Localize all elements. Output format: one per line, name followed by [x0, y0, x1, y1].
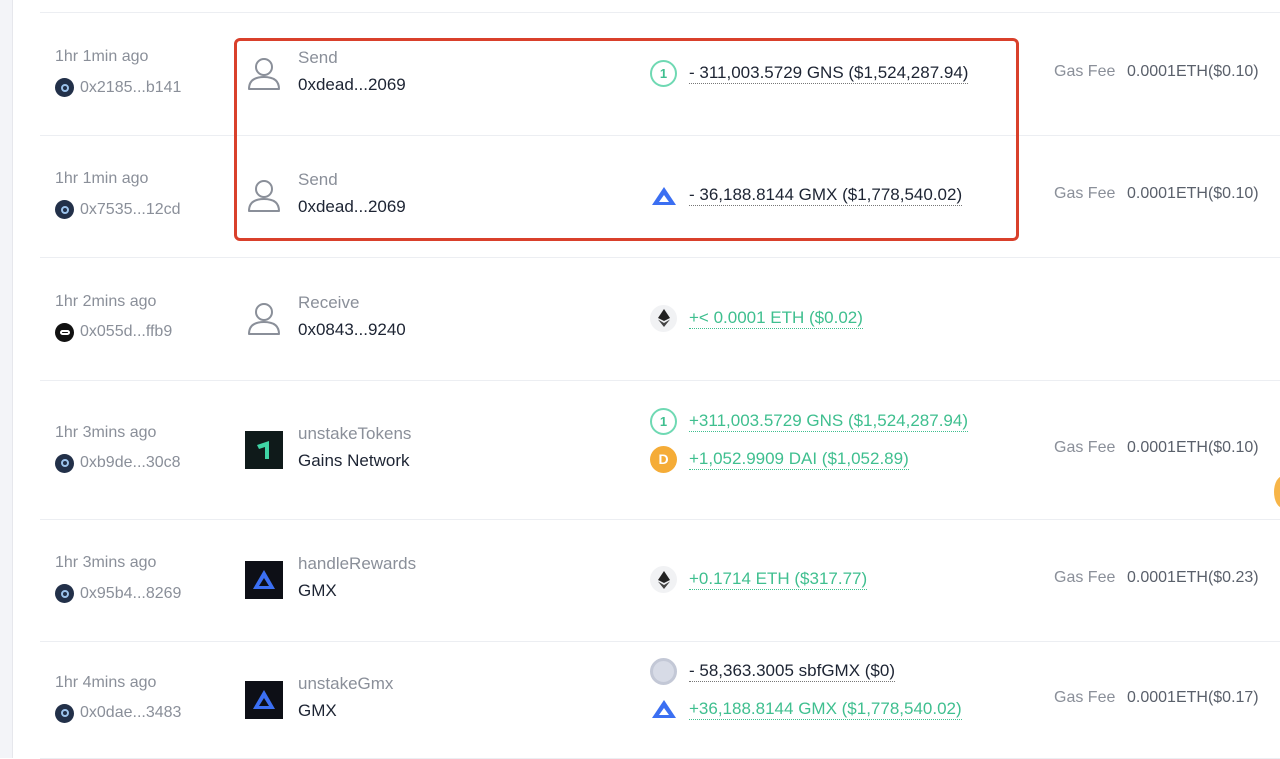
- highlight-box: [234, 38, 1019, 241]
- tx-time: 1hr 3mins ago: [55, 554, 157, 571]
- token-transfer: 1 +311,003.5729 GNS ($1,524,287.94): [650, 407, 968, 435]
- eth-icon: [650, 566, 677, 593]
- chain-icon: [55, 453, 74, 473]
- tx-hash: 0x7535...12cd: [80, 200, 181, 218]
- token-transfer: D +1,052.9909 DAI ($1,052.89): [650, 445, 909, 473]
- counterparty[interactable]: 0x0843...9240: [298, 320, 406, 340]
- token-amount[interactable]: +36,188.8144 GMX ($1,778,540.02): [689, 699, 962, 720]
- chain-icon: [55, 200, 74, 219]
- tx-type: unstakeTokens: [298, 423, 412, 443]
- token-amount[interactable]: +1,052.9909 DAI ($1,052.89): [689, 449, 909, 470]
- tx-hash-link[interactable]: 0x0dae...3483: [55, 703, 182, 723]
- tx-type: handleRewards: [298, 554, 417, 573]
- gns-icon: 1: [650, 407, 677, 435]
- token-transfer: +< 0.0001 ETH ($0.02): [650, 304, 863, 332]
- tx-time: 1hr 4mins ago: [55, 673, 157, 691]
- gmx-icon: [650, 696, 677, 723]
- tx-time: 1hr 1min ago: [55, 170, 149, 187]
- gains-logo-icon: [245, 430, 283, 469]
- chain-icon: [55, 703, 74, 723]
- tx-type: Receive: [298, 292, 360, 312]
- chain-icon: [55, 584, 74, 603]
- transaction-row[interactable]: 1hr 2mins ago 0x055d...ffb9 Receive 0x0843.…: [40, 257, 1280, 381]
- counterparty[interactable]: GMX: [298, 581, 337, 601]
- gas-fee-value: 0.0001ETH($0.17): [1127, 688, 1259, 706]
- chain-icon: [55, 322, 74, 342]
- tx-hash-link[interactable]: 0x95b4...8269: [55, 584, 181, 603]
- gas-fee-value: 0.0001ETH($0.10): [1127, 185, 1259, 202]
- gas-fee-value: 0.0001ETH($0.10): [1127, 63, 1259, 80]
- sbfgmx-icon: [650, 657, 677, 685]
- sidebar-edge: [0, 0, 13, 758]
- tx-hash-link[interactable]: 0x2185...b141: [55, 78, 181, 97]
- token-amount[interactable]: +311,003.5729 GNS ($1,524,287.94): [689, 411, 968, 432]
- token-amount[interactable]: +< 0.0001 ETH ($0.02): [689, 308, 863, 329]
- gas-fee-label: Gas Fee: [1054, 688, 1116, 706]
- gas-fee-label: Gas Fee: [1054, 569, 1116, 586]
- tx-type: unstakeGmx: [298, 673, 394, 693]
- gas-fee-label: Gas Fee: [1054, 185, 1116, 202]
- user-icon: [245, 300, 283, 338]
- transaction-row[interactable]: 1hr 3mins ago 0x95b4...8269 handleRewards G…: [40, 519, 1280, 642]
- gas-fee-value: 0.0001ETH($0.23): [1127, 569, 1259, 586]
- token-amount[interactable]: +0.1714 ETH ($317.77): [689, 569, 868, 590]
- tx-hash: 0x2185...b141: [80, 78, 182, 96]
- gmxapp-logo-icon: [245, 561, 283, 599]
- gas-fee-label: Gas Fee: [1054, 63, 1116, 80]
- gas-fee-label: Gas Fee: [1054, 438, 1116, 456]
- token-transfer: +36,188.8144 GMX ($1,778,540.02): [650, 696, 962, 723]
- transaction-row[interactable]: 1hr 3mins ago 0xb9de...30c8 unstakeTokens G…: [40, 380, 1280, 520]
- tx-hash-link[interactable]: 0xb9de...30c8: [55, 453, 181, 473]
- chain-icon: [55, 78, 74, 97]
- tx-hash-link[interactable]: 0x7535...12cd: [55, 200, 181, 219]
- gmxapp-logo-icon: [245, 680, 283, 719]
- counterparty[interactable]: Gains Network: [298, 451, 409, 471]
- token-transfer: +0.1714 ETH ($317.77): [650, 566, 868, 593]
- tx-hash: 0x95b4...8269: [80, 584, 182, 602]
- tx-hash: 0x055d...ffb9: [80, 323, 173, 340]
- eth-icon: [650, 304, 677, 332]
- tx-time: 1hr 1min ago: [55, 48, 149, 65]
- counterparty[interactable]: GMX: [298, 701, 337, 721]
- tx-hash: 0x0dae...3483: [80, 704, 182, 721]
- transaction-row[interactable]: 1hr 4mins ago 0x0dae...3483 unstakeGmx GMX -…: [40, 641, 1280, 759]
- tx-time: 1hr 2mins ago: [55, 292, 157, 310]
- tx-hash-link[interactable]: 0x055d...ffb9: [55, 322, 173, 342]
- dai-icon: D: [650, 445, 677, 473]
- tx-hash: 0xb9de...30c8: [80, 454, 181, 471]
- token-transfer: - 58,363.3005 sbfGMX ($0): [650, 657, 896, 685]
- gas-fee-value: 0.0001ETH($0.10): [1127, 438, 1259, 456]
- tx-time: 1hr 3mins ago: [55, 423, 157, 441]
- token-amount[interactable]: - 58,363.3005 sbfGMX ($0): [689, 661, 896, 682]
